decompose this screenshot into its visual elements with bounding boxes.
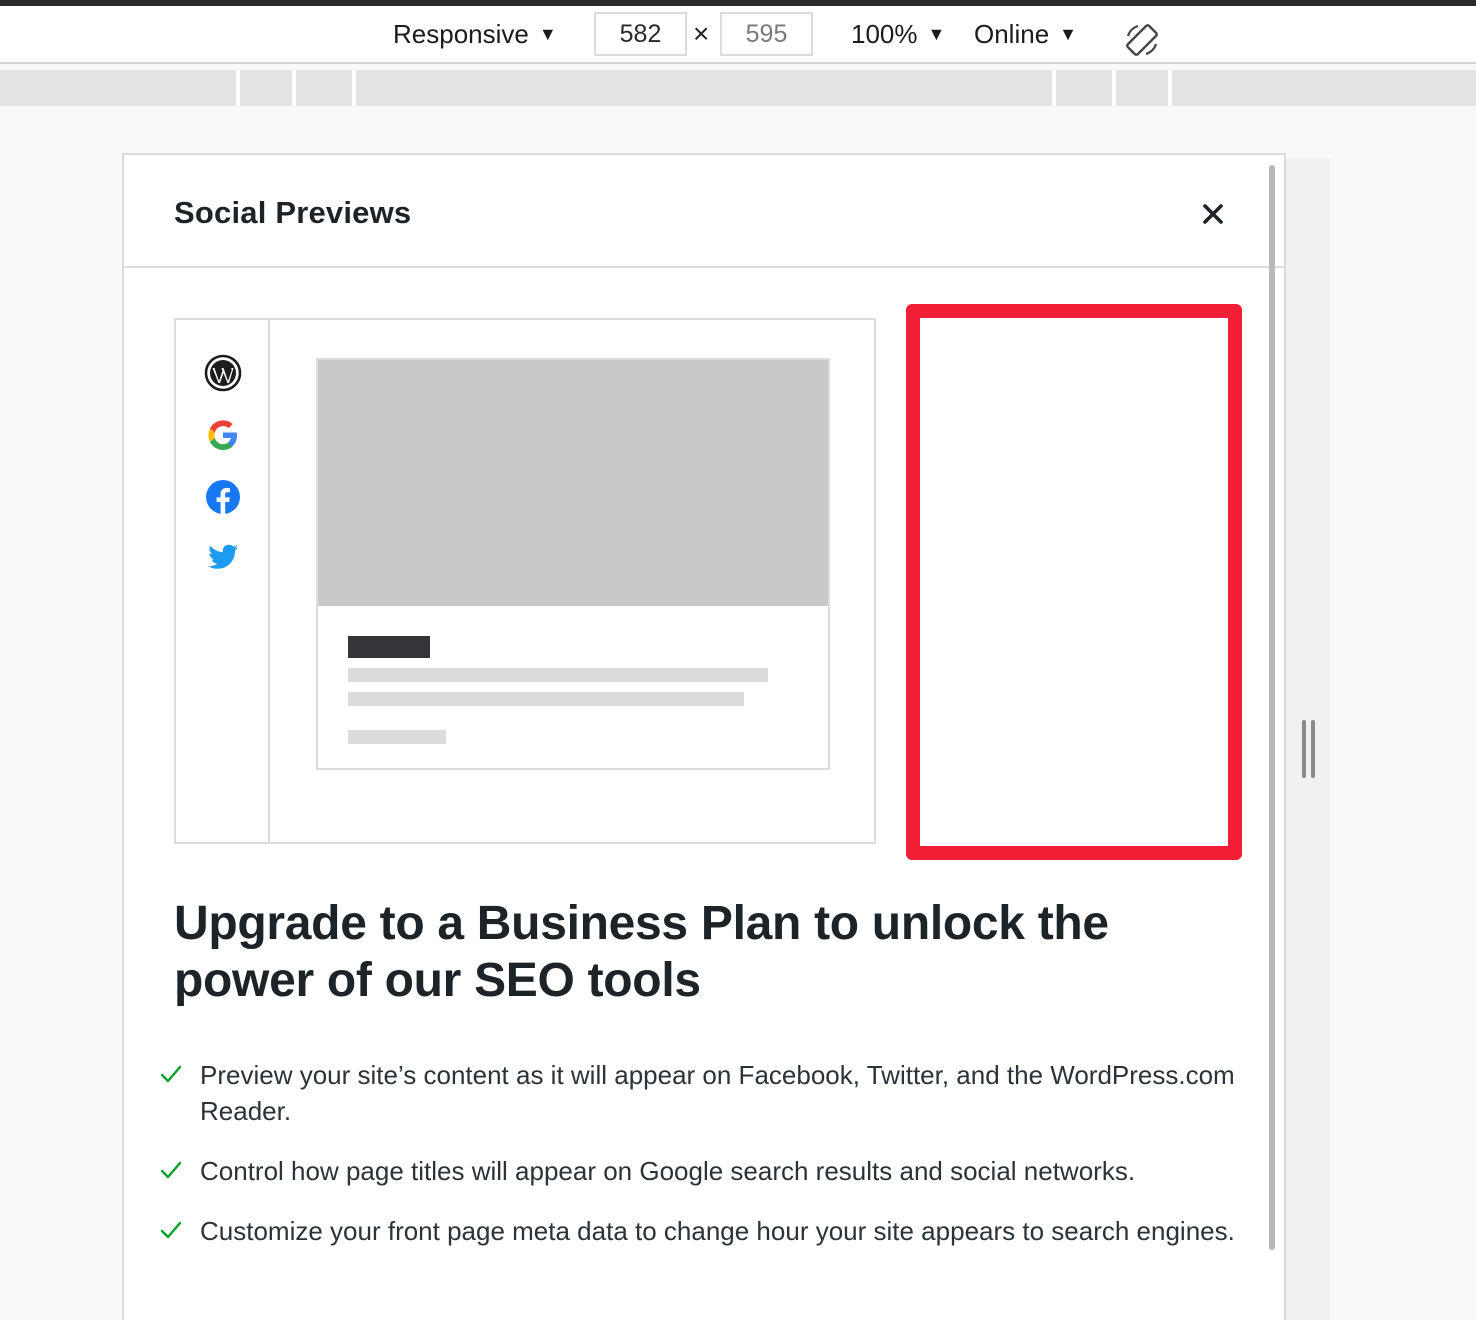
device-mode-dropdown[interactable]: Responsive ▼ — [393, 14, 557, 54]
viewport-resize-handle[interactable] — [1302, 720, 1316, 778]
modal-scrollbar[interactable] — [1269, 165, 1275, 1250]
ruler-divider — [352, 70, 356, 106]
preview-text-line — [348, 668, 768, 682]
zoom-dropdown[interactable]: 100% ▼ — [851, 14, 945, 54]
modal-header: Social Previews — [124, 155, 1284, 268]
ruler-divider — [1052, 70, 1056, 106]
social-previews-modal: Social Previews Upgrade to a Business Pl… — [122, 153, 1286, 1320]
viewport-width-input[interactable] — [594, 12, 687, 56]
feature-item: Control how page titles will appear on G… — [158, 1153, 1258, 1189]
twitter-icon — [208, 544, 238, 569]
feature-item: Customize your front page meta data to c… — [158, 1213, 1258, 1249]
checkmark-icon — [160, 1221, 182, 1239]
network-throttle-dropdown[interactable]: Online ▼ — [974, 14, 1077, 54]
rotate-device-icon[interactable] — [1124, 22, 1160, 58]
media-query-ruler[interactable] — [0, 70, 1476, 106]
feature-item: Preview your site’s content as it will a… — [158, 1057, 1258, 1129]
preview-url-line — [348, 730, 446, 744]
dropdown-arrow-icon: ▼ — [927, 24, 946, 44]
feature-list: Preview your site’s content as it will a… — [158, 1057, 1258, 1273]
wordpress-icon — [204, 354, 242, 392]
facebook-icon — [206, 480, 240, 514]
dropdown-arrow-icon: ▼ — [1059, 24, 1077, 44]
dimension-separator: × — [693, 18, 710, 49]
viewport-height-input[interactable] — [720, 12, 813, 56]
highlight-annotation-box — [906, 304, 1242, 860]
upgrade-headline: Upgrade to a Business Plan to unlock the… — [174, 897, 1109, 1007]
ruler-divider — [292, 70, 296, 106]
modal-title: Social Previews — [174, 195, 412, 230]
handle-bar — [1311, 720, 1315, 778]
ruler-divider — [236, 70, 240, 106]
ruler-divider — [1112, 70, 1116, 106]
feature-text: Preview your site’s content as it will a… — [200, 1060, 1235, 1126]
preview-title-placeholder — [348, 636, 430, 658]
preview-text-line — [348, 692, 744, 706]
ruler-divider — [1168, 70, 1172, 106]
dropdown-arrow-icon: ▼ — [538, 24, 557, 44]
devtools-responsive-toolbar: Responsive ▼ × 100% ▼ Online ▼ — [0, 6, 1476, 64]
social-preview-illustration — [174, 318, 876, 844]
preview-card-placeholder — [316, 358, 830, 770]
network-icon-sidebar — [176, 320, 270, 842]
feature-text: Control how page titles will appear on G… — [200, 1156, 1136, 1186]
zoom-label: 100% — [851, 19, 918, 49]
close-icon[interactable] — [1196, 197, 1230, 231]
feature-text: Customize your front page meta data to c… — [200, 1216, 1235, 1246]
checkmark-icon — [160, 1065, 182, 1083]
network-label: Online — [974, 19, 1050, 49]
google-icon — [208, 420, 237, 450]
handle-bar — [1302, 720, 1306, 778]
device-mode-label: Responsive — [393, 19, 529, 49]
preview-image-placeholder — [318, 360, 828, 606]
checkmark-icon — [160, 1161, 182, 1179]
